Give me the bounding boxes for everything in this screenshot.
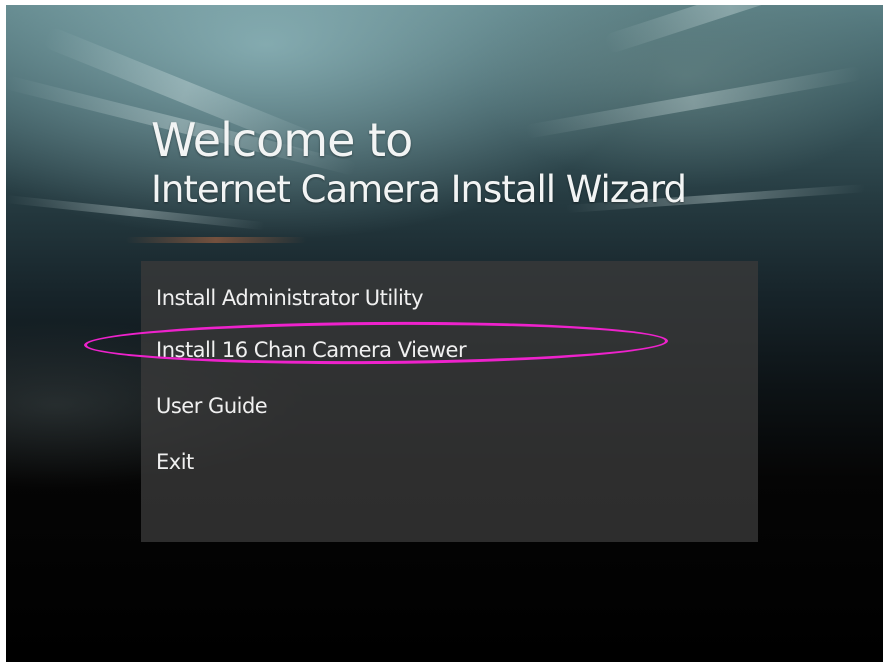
background-streak: [126, 237, 306, 243]
menu-item-install-camera-viewer[interactable]: Install 16 Chan Camera Viewer: [156, 338, 467, 362]
menu-item-exit[interactable]: Exit: [156, 450, 194, 474]
menu-item-install-admin-utility[interactable]: Install Administrator Utility: [156, 286, 424, 310]
background-streak: [524, 66, 863, 139]
welcome-title: Welcome to: [151, 113, 413, 167]
wizard-title: Internet Camera Install Wizard: [151, 168, 687, 211]
menu-panel: Install Administrator Utility Install 16…: [141, 261, 758, 542]
menu-item-user-guide[interactable]: User Guide: [156, 394, 268, 418]
background-streak: [602, 5, 857, 55]
installer-window: Welcome to Internet Camera Install Wizar…: [6, 5, 883, 662]
